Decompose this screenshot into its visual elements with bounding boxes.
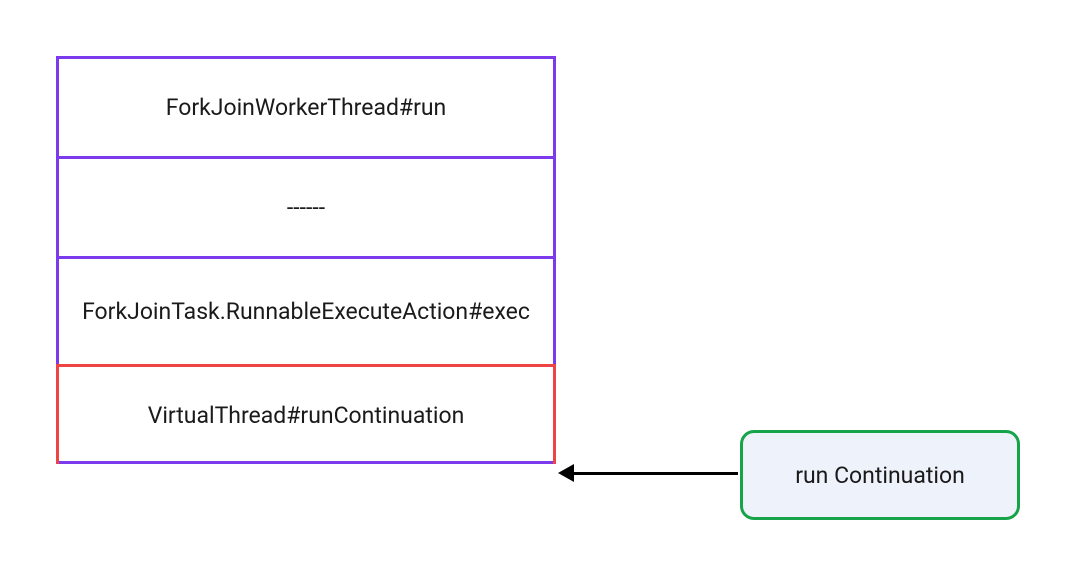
stack-frame-label: VirtualThread#runContinuation [148,400,465,431]
stack-frame-highlighted: VirtualThread#runContinuation [56,364,556,464]
stack-frame-label: ForkJoinTask.RunnableExecuteAction#exec [82,296,530,327]
arrow-line [570,472,738,475]
callout-box: run Continuation [740,430,1020,520]
stack-frame-label: ForkJoinWorkerThread#run [166,92,447,123]
arrow-head [558,464,574,482]
stack-frame: ------ [59,159,553,259]
stack-frame: ForkJoinTask.RunnableExecuteAction#exec [59,259,553,367]
callout-label: run Continuation [795,462,965,489]
arrow-left-icon [558,468,738,480]
call-stack: ForkJoinWorkerThread#run ------ ForkJoin… [56,56,556,464]
stack-frame: ForkJoinWorkerThread#run [59,59,553,159]
stack-frame-label: ------ [287,192,325,223]
